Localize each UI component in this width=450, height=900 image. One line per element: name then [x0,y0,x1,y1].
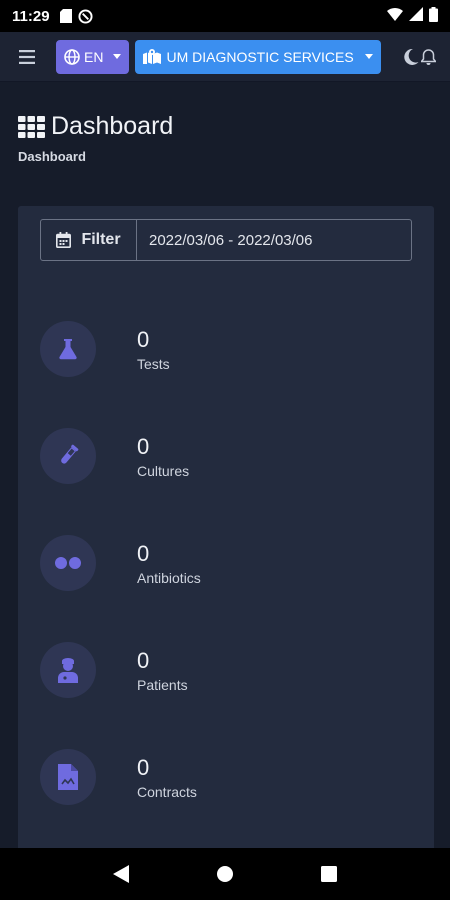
stat-cultures: 0 Cultures [40,426,380,486]
wifi-icon [387,7,403,25]
status-bar: 11:29 [0,0,450,32]
sd-card-icon [59,9,72,23]
android-nav-bar [0,848,450,900]
page-title: Dashboard [51,112,174,140]
stat-label: Cultures [137,462,190,479]
stat-tests: 0 Tests [40,319,380,379]
date-range-input[interactable]: 2022/03/06 - 2022/03/06 [137,220,411,260]
calendar-icon [56,232,72,248]
branch-label: UM DIAGNOSTIC SERVICES [166,48,354,65]
moon-icon [403,48,419,65]
home-circle-icon [216,866,233,882]
stat-patients: 0 Patients [40,640,380,700]
stat-value: 0 [137,326,150,352]
bell-icon [421,48,436,65]
stat-value: 0 [137,754,150,780]
notifications-button[interactable] [421,48,436,65]
date-range-value: 2022/03/06 - 2022/03/06 [149,231,313,249]
filter-button[interactable]: Filter [41,220,137,260]
stat-label: Patients [137,676,188,693]
data-saver-icon [78,8,93,24]
file-contract-icon [40,749,96,805]
test-tube-icon [40,428,96,484]
chevron-down-icon [113,54,122,59]
page-header: Dashboard Dashboard [18,112,173,164]
home-button[interactable] [216,865,234,883]
dashboard-card: Filter 2022/03/06 - 2022/03/06 0 Tests 0… [18,206,434,856]
back-triangle-icon [113,865,130,883]
flask-icon [40,321,96,377]
chevron-down-icon [364,54,373,59]
recents-button[interactable] [320,866,337,882]
battery-icon [429,6,438,26]
back-button[interactable] [113,865,130,883]
branch-dropdown-button[interactable]: UM DIAGNOSTIC SERVICES [135,39,381,74]
stat-value: 0 [137,647,150,673]
recents-square-icon [320,866,337,882]
date-filter-group: Filter 2022/03/06 - 2022/03/06 [40,219,412,261]
hamburger-icon [19,49,35,64]
stat-value: 0 [137,433,150,459]
filter-button-label: Filter [81,231,121,248]
stat-label: Contracts [137,783,197,800]
pills-icon [40,535,96,591]
top-navbar: EN UM DIAGNOSTIC SERVICES [0,32,450,82]
language-label: EN [84,48,104,65]
signal-icon [409,7,423,25]
stat-label: Antibiotics [137,569,201,586]
stat-value: 0 [137,540,150,566]
globe-icon [64,48,80,65]
dark-mode-toggle[interactable] [403,48,419,65]
stat-antibiotics: 0 Antibiotics [40,533,380,593]
language-dropdown-button[interactable]: EN [56,39,130,74]
th-grid-icon [18,115,45,138]
status-time: 11:29 [12,7,50,25]
breadcrumb: Dashboard [18,149,86,164]
user-doctor-icon [40,642,96,698]
stat-contracts: 0 Contracts [40,747,380,807]
stat-label: Tests [137,355,170,372]
map-marked-icon [143,49,162,64]
menu-toggle-button[interactable] [14,44,40,70]
